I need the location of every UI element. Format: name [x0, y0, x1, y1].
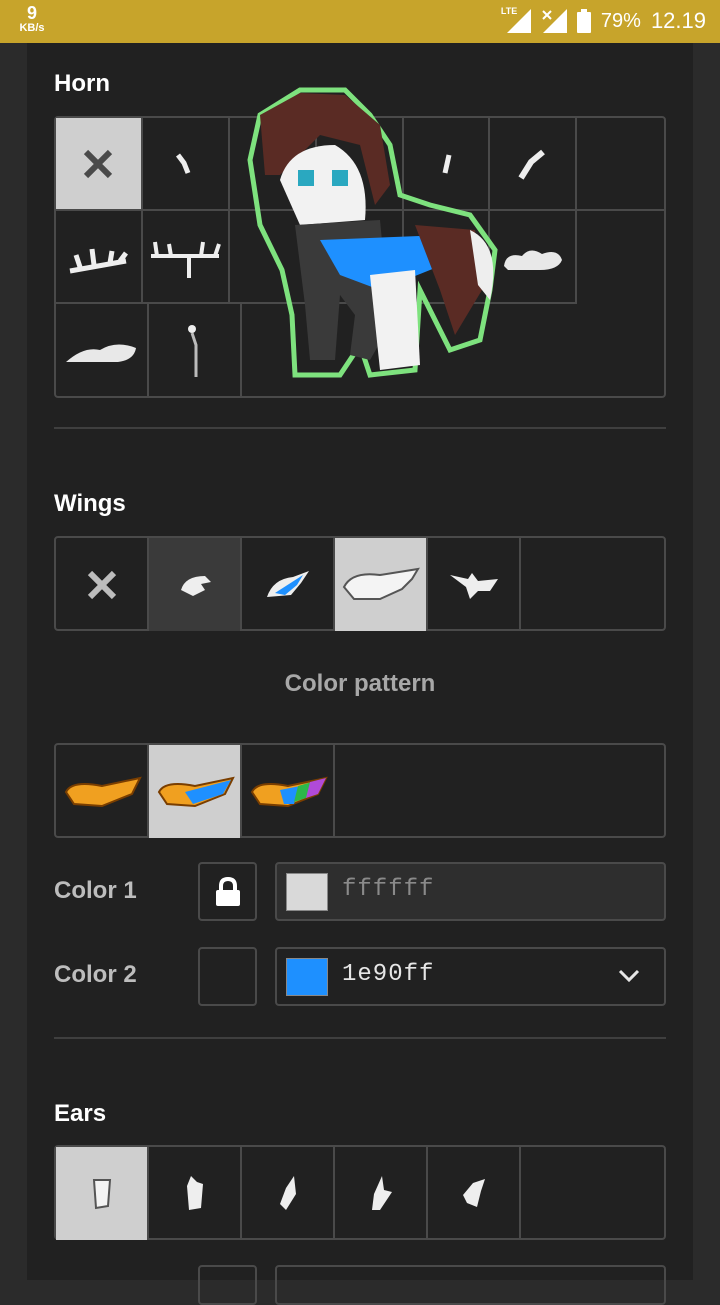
- horn-option-1[interactable]: [142, 118, 230, 211]
- orange-wing-icon: [64, 776, 142, 807]
- color1-lock-toggle[interactable]: [198, 862, 257, 921]
- pattern-option-two-tone[interactable]: [149, 745, 242, 838]
- blue-wing-icon: [266, 570, 309, 597]
- battery-icon: [576, 9, 591, 33]
- lte-signal-icon: LTE: [501, 6, 531, 33]
- ear-icon: [92, 1178, 111, 1209]
- color2-field[interactable]: 1e90ff: [275, 947, 666, 1006]
- horn-curved-icon: [518, 149, 545, 180]
- battery-level: 79%: [600, 9, 641, 32]
- color1-swatch: [286, 873, 328, 911]
- cloud-horn-icon: [503, 249, 562, 270]
- bat-wing-icon: [449, 572, 498, 599]
- small-wing-icon: [180, 575, 211, 596]
- large-antlers-icon: [151, 241, 222, 278]
- horn-option-8[interactable]: [142, 211, 230, 304]
- ear-tufted-icon: [186, 1175, 203, 1210]
- color-pattern-grid: [54, 743, 666, 838]
- cloud-wide-icon: [65, 343, 136, 362]
- wings-option-large[interactable]: [335, 538, 428, 631]
- horn-small-icon: [176, 153, 191, 174]
- color2-value: 1e90ff: [342, 961, 435, 988]
- section-divider: [54, 427, 666, 429]
- multicolor-wing-icon: [250, 776, 328, 807]
- ears-options-grid: [54, 1145, 666, 1240]
- lock-icon: [215, 876, 240, 906]
- wings-option-blue[interactable]: [242, 538, 335, 631]
- antlers-icon: [69, 248, 129, 273]
- horn-option-none[interactable]: [56, 118, 143, 211]
- ears-option-3[interactable]: [242, 1147, 335, 1240]
- network-speed-value: 9: [26, 3, 37, 23]
- section-title-wings: Wings: [54, 490, 126, 517]
- ears-option-1[interactable]: [56, 1147, 149, 1240]
- section-divider: [54, 1037, 666, 1039]
- chevron-down-icon[interactable]: [618, 969, 640, 983]
- horn-option-5[interactable]: [490, 118, 578, 211]
- ears-option-5[interactable]: [428, 1147, 521, 1240]
- no-signal-icon: [541, 9, 567, 33]
- horn-option-7[interactable]: [56, 211, 143, 304]
- wings-options-grid: [54, 536, 666, 631]
- color1-label: Color 1: [54, 877, 137, 904]
- horn-option-12[interactable]: [490, 211, 578, 304]
- clock: 12.19: [650, 8, 706, 33]
- antenna-icon: [187, 324, 197, 377]
- ears-option-2[interactable]: [149, 1147, 242, 1240]
- color-pattern-label: Color pattern: [284, 670, 436, 697]
- section-title-horn: Horn: [54, 70, 110, 97]
- horn-option-6[interactable]: [577, 118, 664, 211]
- color1-field[interactable]: ffffff: [275, 862, 666, 921]
- pony-preview[interactable]: [240, 85, 500, 380]
- ear-feathered-icon: [462, 1178, 485, 1207]
- horn-option-14[interactable]: [149, 304, 242, 397]
- wings-option-none[interactable]: [56, 538, 149, 631]
- status-bar: 9 KB/s LTE 79% 12.19: [0, 0, 720, 43]
- network-type: LTE: [500, 6, 518, 16]
- orange-blue-wing-icon: [157, 776, 235, 807]
- color2-swatch: [286, 958, 328, 996]
- section-title-ears: Ears: [54, 1100, 107, 1127]
- wings-option-bat[interactable]: [428, 538, 521, 631]
- pattern-option-single[interactable]: [56, 745, 149, 838]
- ear-pointed-icon: [279, 1175, 296, 1210]
- color2-lock-toggle[interactable]: [198, 947, 257, 1006]
- ears-option-4[interactable]: [335, 1147, 428, 1240]
- close-icon: [87, 570, 116, 599]
- large-wing-icon: [342, 567, 420, 600]
- network-speed-unit: KB/s: [19, 22, 45, 34]
- ear-fin-icon: [371, 1175, 392, 1210]
- pattern-option-multi[interactable]: [242, 745, 335, 838]
- close-icon: [84, 149, 113, 178]
- wings-option-small[interactable]: [149, 538, 242, 631]
- horn-option-13[interactable]: [56, 304, 149, 397]
- color2-label: Color 2: [54, 961, 137, 988]
- network-speed: 9 KB/s: [12, 4, 52, 34]
- next-color-lock-toggle[interactable]: [198, 1265, 257, 1305]
- color1-value: ffffff: [342, 876, 435, 903]
- next-color-field[interactable]: [275, 1265, 666, 1305]
- horn-grid-empty: [577, 211, 664, 304]
